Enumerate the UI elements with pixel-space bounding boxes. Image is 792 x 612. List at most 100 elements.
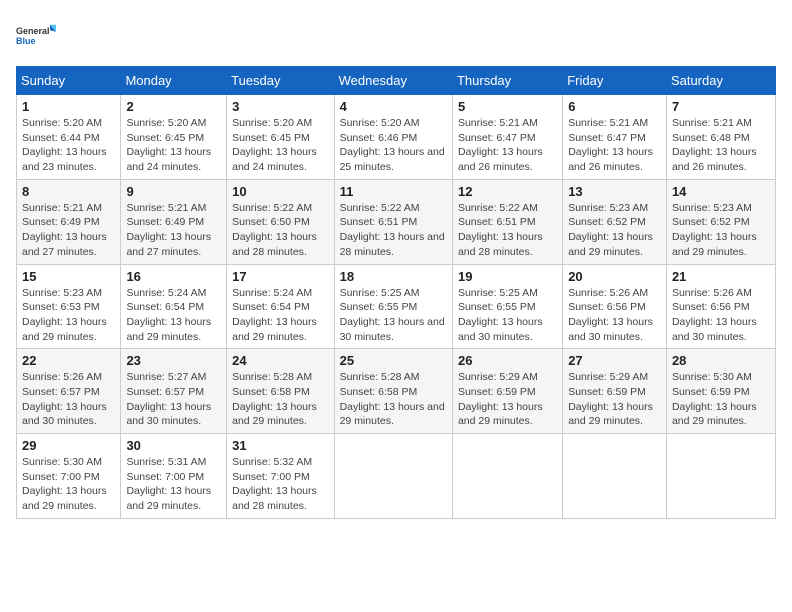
- day-number: 14: [672, 184, 770, 199]
- calendar-day-cell: 25 Sunrise: 5:28 AMSunset: 6:58 PMDaylig…: [334, 349, 452, 434]
- day-detail: Sunrise: 5:20 AMSunset: 6:46 PMDaylight:…: [340, 117, 445, 173]
- day-number: 21: [672, 269, 770, 284]
- calendar-week-row: 15 Sunrise: 5:23 AMSunset: 6:53 PMDaylig…: [17, 264, 776, 349]
- day-number: 29: [22, 438, 115, 453]
- svg-text:Blue: Blue: [16, 36, 36, 46]
- day-detail: Sunrise: 5:21 AMSunset: 6:49 PMDaylight:…: [22, 202, 107, 258]
- day-detail: Sunrise: 5:22 AMSunset: 6:50 PMDaylight:…: [232, 202, 317, 258]
- day-number: 23: [126, 353, 221, 368]
- day-number: 10: [232, 184, 328, 199]
- day-number: 17: [232, 269, 328, 284]
- day-detail: Sunrise: 5:29 AMSunset: 6:59 PMDaylight:…: [568, 371, 653, 427]
- day-detail: Sunrise: 5:26 AMSunset: 6:57 PMDaylight:…: [22, 371, 107, 427]
- calendar-day-cell: 11 Sunrise: 5:22 AMSunset: 6:51 PMDaylig…: [334, 179, 452, 264]
- day-detail: Sunrise: 5:26 AMSunset: 6:56 PMDaylight:…: [568, 287, 653, 343]
- svg-text:General: General: [16, 26, 50, 36]
- day-detail: Sunrise: 5:26 AMSunset: 6:56 PMDaylight:…: [672, 287, 757, 343]
- calendar-day-cell: 30 Sunrise: 5:31 AMSunset: 7:00 PMDaylig…: [121, 434, 227, 519]
- calendar-day-cell: 21 Sunrise: 5:26 AMSunset: 6:56 PMDaylig…: [666, 264, 775, 349]
- weekday-header-cell: Monday: [121, 67, 227, 95]
- day-number: 27: [568, 353, 661, 368]
- day-number: 24: [232, 353, 328, 368]
- day-detail: Sunrise: 5:22 AMSunset: 6:51 PMDaylight:…: [458, 202, 543, 258]
- calendar-day-cell: 29 Sunrise: 5:30 AMSunset: 7:00 PMDaylig…: [17, 434, 121, 519]
- day-number: 11: [340, 184, 447, 199]
- day-detail: Sunrise: 5:20 AMSunset: 6:44 PMDaylight:…: [22, 117, 107, 173]
- day-detail: Sunrise: 5:25 AMSunset: 6:55 PMDaylight:…: [340, 287, 445, 343]
- day-detail: Sunrise: 5:25 AMSunset: 6:55 PMDaylight:…: [458, 287, 543, 343]
- calendar-day-cell: 27 Sunrise: 5:29 AMSunset: 6:59 PMDaylig…: [563, 349, 667, 434]
- calendar-week-row: 1 Sunrise: 5:20 AMSunset: 6:44 PMDayligh…: [17, 95, 776, 180]
- calendar-day-cell: 16 Sunrise: 5:24 AMSunset: 6:54 PMDaylig…: [121, 264, 227, 349]
- day-number: 22: [22, 353, 115, 368]
- day-detail: Sunrise: 5:23 AMSunset: 6:52 PMDaylight:…: [672, 202, 757, 258]
- calendar-day-cell: 1 Sunrise: 5:20 AMSunset: 6:44 PMDayligh…: [17, 95, 121, 180]
- day-detail: Sunrise: 5:21 AMSunset: 6:48 PMDaylight:…: [672, 117, 757, 173]
- day-number: 28: [672, 353, 770, 368]
- calendar-day-cell: 7 Sunrise: 5:21 AMSunset: 6:48 PMDayligh…: [666, 95, 775, 180]
- calendar-table: SundayMondayTuesdayWednesdayThursdayFrid…: [16, 66, 776, 519]
- weekday-header-cell: Thursday: [452, 67, 562, 95]
- calendar-week-row: 29 Sunrise: 5:30 AMSunset: 7:00 PMDaylig…: [17, 434, 776, 519]
- day-number: 20: [568, 269, 661, 284]
- calendar-day-cell: 8 Sunrise: 5:21 AMSunset: 6:49 PMDayligh…: [17, 179, 121, 264]
- calendar-day-cell: 5 Sunrise: 5:21 AMSunset: 6:47 PMDayligh…: [452, 95, 562, 180]
- calendar-day-cell: 31 Sunrise: 5:32 AMSunset: 7:00 PMDaylig…: [227, 434, 334, 519]
- day-detail: Sunrise: 5:31 AMSunset: 7:00 PMDaylight:…: [126, 456, 211, 512]
- day-detail: Sunrise: 5:21 AMSunset: 6:49 PMDaylight:…: [126, 202, 211, 258]
- day-detail: Sunrise: 5:22 AMSunset: 6:51 PMDaylight:…: [340, 202, 445, 258]
- header: General Blue: [16, 16, 776, 56]
- calendar-day-cell: 23 Sunrise: 5:27 AMSunset: 6:57 PMDaylig…: [121, 349, 227, 434]
- day-number: 16: [126, 269, 221, 284]
- day-number: 25: [340, 353, 447, 368]
- day-detail: Sunrise: 5:23 AMSunset: 6:52 PMDaylight:…: [568, 202, 653, 258]
- logo: General Blue: [16, 16, 56, 56]
- calendar-day-cell: 2 Sunrise: 5:20 AMSunset: 6:45 PMDayligh…: [121, 95, 227, 180]
- calendar-day-cell: [452, 434, 562, 519]
- day-number: 3: [232, 99, 328, 114]
- calendar-day-cell: 14 Sunrise: 5:23 AMSunset: 6:52 PMDaylig…: [666, 179, 775, 264]
- calendar-day-cell: 3 Sunrise: 5:20 AMSunset: 6:45 PMDayligh…: [227, 95, 334, 180]
- day-number: 4: [340, 99, 447, 114]
- day-number: 13: [568, 184, 661, 199]
- calendar-day-cell: 28 Sunrise: 5:30 AMSunset: 6:59 PMDaylig…: [666, 349, 775, 434]
- calendar-day-cell: 19 Sunrise: 5:25 AMSunset: 6:55 PMDaylig…: [452, 264, 562, 349]
- logo-icon: General Blue: [16, 16, 56, 56]
- day-detail: Sunrise: 5:21 AMSunset: 6:47 PMDaylight:…: [568, 117, 653, 173]
- day-number: 19: [458, 269, 557, 284]
- calendar-day-cell: 13 Sunrise: 5:23 AMSunset: 6:52 PMDaylig…: [563, 179, 667, 264]
- day-detail: Sunrise: 5:32 AMSunset: 7:00 PMDaylight:…: [232, 456, 317, 512]
- day-number: 1: [22, 99, 115, 114]
- calendar-day-cell: 12 Sunrise: 5:22 AMSunset: 6:51 PMDaylig…: [452, 179, 562, 264]
- day-number: 30: [126, 438, 221, 453]
- calendar-day-cell: 24 Sunrise: 5:28 AMSunset: 6:58 PMDaylig…: [227, 349, 334, 434]
- day-number: 7: [672, 99, 770, 114]
- calendar-day-cell: 22 Sunrise: 5:26 AMSunset: 6:57 PMDaylig…: [17, 349, 121, 434]
- day-detail: Sunrise: 5:30 AMSunset: 7:00 PMDaylight:…: [22, 456, 107, 512]
- day-number: 6: [568, 99, 661, 114]
- calendar-day-cell: [334, 434, 452, 519]
- day-detail: Sunrise: 5:20 AMSunset: 6:45 PMDaylight:…: [232, 117, 317, 173]
- calendar-day-cell: 18 Sunrise: 5:25 AMSunset: 6:55 PMDaylig…: [334, 264, 452, 349]
- calendar-week-row: 22 Sunrise: 5:26 AMSunset: 6:57 PMDaylig…: [17, 349, 776, 434]
- day-number: 9: [126, 184, 221, 199]
- weekday-header-row: SundayMondayTuesdayWednesdayThursdayFrid…: [17, 67, 776, 95]
- weekday-header-cell: Tuesday: [227, 67, 334, 95]
- calendar-day-cell: 6 Sunrise: 5:21 AMSunset: 6:47 PMDayligh…: [563, 95, 667, 180]
- day-number: 15: [22, 269, 115, 284]
- day-detail: Sunrise: 5:29 AMSunset: 6:59 PMDaylight:…: [458, 371, 543, 427]
- weekday-header-cell: Sunday: [17, 67, 121, 95]
- day-number: 2: [126, 99, 221, 114]
- calendar-day-cell: 17 Sunrise: 5:24 AMSunset: 6:54 PMDaylig…: [227, 264, 334, 349]
- day-number: 31: [232, 438, 328, 453]
- weekday-header-cell: Saturday: [666, 67, 775, 95]
- day-detail: Sunrise: 5:28 AMSunset: 6:58 PMDaylight:…: [232, 371, 317, 427]
- day-detail: Sunrise: 5:28 AMSunset: 6:58 PMDaylight:…: [340, 371, 445, 427]
- day-detail: Sunrise: 5:21 AMSunset: 6:47 PMDaylight:…: [458, 117, 543, 173]
- day-number: 12: [458, 184, 557, 199]
- day-detail: Sunrise: 5:27 AMSunset: 6:57 PMDaylight:…: [126, 371, 211, 427]
- day-detail: Sunrise: 5:30 AMSunset: 6:59 PMDaylight:…: [672, 371, 757, 427]
- calendar-day-cell: 10 Sunrise: 5:22 AMSunset: 6:50 PMDaylig…: [227, 179, 334, 264]
- calendar-day-cell: 26 Sunrise: 5:29 AMSunset: 6:59 PMDaylig…: [452, 349, 562, 434]
- calendar-week-row: 8 Sunrise: 5:21 AMSunset: 6:49 PMDayligh…: [17, 179, 776, 264]
